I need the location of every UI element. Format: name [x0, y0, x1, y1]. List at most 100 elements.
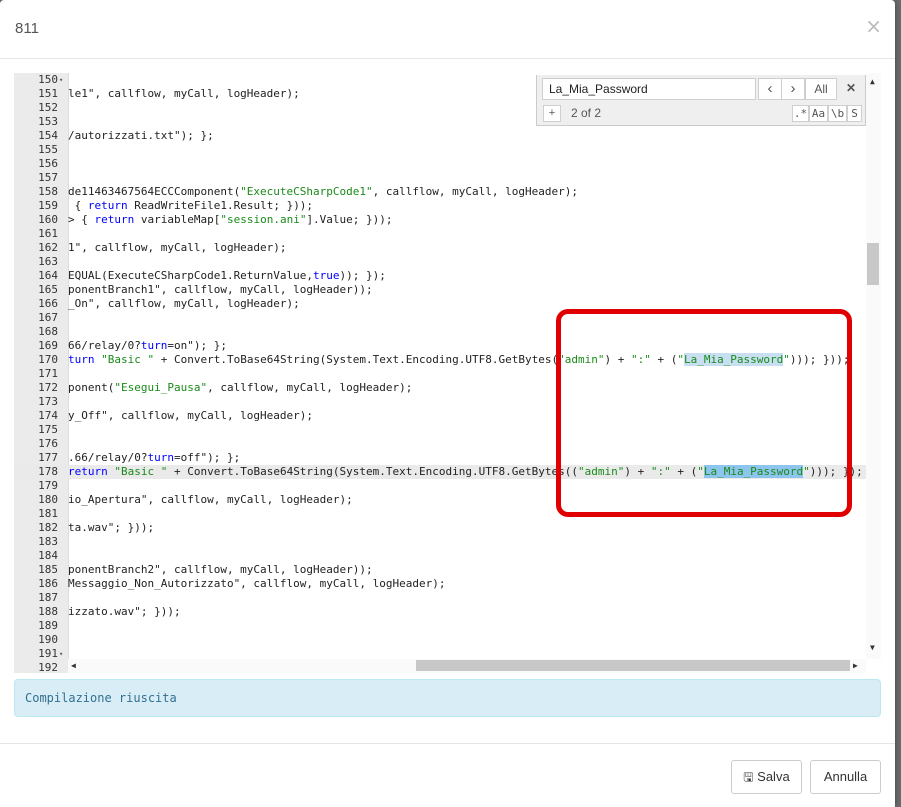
code-line: 165 ponentBranch1", callflow, myCall, log…: [14, 283, 866, 297]
code-line: 187: [14, 591, 866, 605]
modal-title: 811: [15, 20, 39, 37]
line-number: 172: [38, 381, 58, 394]
compile-status-message: Compilazione riuscita: [25, 691, 177, 705]
modal-header: 811 ×: [0, 0, 895, 59]
line-number: 170: [38, 353, 58, 366]
line-number: 168: [38, 325, 58, 338]
line-number: 191: [38, 647, 58, 660]
fold-arrow-icon[interactable]: ▾: [59, 647, 63, 661]
code-text: y_Off", callflow, myCall, logHeader);: [68, 409, 314, 422]
scroll-up-arrow-icon[interactable]: ▲: [870, 77, 875, 86]
compile-status-alert: Compilazione riuscita: [14, 679, 881, 717]
line-number: 177: [38, 451, 58, 464]
code-line: 189: [14, 619, 866, 633]
code-text: Messaggio_Non_Autorizzato", callflow, my…: [68, 577, 446, 590]
line-number: 184: [38, 549, 58, 562]
line-number: 152: [38, 101, 58, 114]
code-line: 160 > { return variableMap["session.ani"]…: [14, 213, 866, 227]
line-number: 186: [38, 577, 58, 590]
line-number: 165: [38, 283, 58, 296]
code-line: 184: [14, 549, 866, 563]
code-text: EQUAL(ExecuteCSharpCode1.ReturnValue,tru…: [68, 269, 386, 282]
code-text: 66/relay/0?turn=on"); };: [68, 339, 227, 352]
horizontal-scrollbar-thumb[interactable]: [416, 660, 850, 671]
line-number: 158: [38, 185, 58, 198]
cancel-button[interactable]: Annulla: [810, 760, 881, 794]
search-in-selection-toggle[interactable]: S: [847, 105, 862, 122]
line-number: 171: [38, 367, 58, 380]
code-line: 159 { return ReadWriteFile1.Result; }));: [14, 199, 866, 213]
find-next-button[interactable]: ›: [781, 78, 805, 100]
save-button[interactable]: 🖫 Salva: [731, 760, 802, 794]
code-text: _On", callflow, myCall, logHeader);: [68, 297, 300, 310]
code-text: 1", callflow, myCall, logHeader);: [68, 241, 287, 254]
line-number: 156: [38, 157, 58, 170]
code-line: 190: [14, 633, 866, 647]
code-line: 161: [14, 227, 866, 241]
search-close-icon[interactable]: ✕: [841, 78, 861, 100]
line-number: 155: [38, 143, 58, 156]
line-number: 176: [38, 437, 58, 450]
code-text: > { return variableMap["session.ani"].Va…: [68, 213, 393, 226]
line-number: 189: [38, 619, 58, 632]
line-number: 188: [38, 605, 58, 618]
line-number: 157: [38, 171, 58, 184]
modal-footer: 🖫 Salva Annulla: [0, 743, 895, 807]
code-line: 158 de11463467564ECCComponent("ExecuteCSh…: [14, 185, 866, 199]
search-counter: 2 of 2: [571, 106, 602, 120]
toggle-replace-button[interactable]: +: [543, 105, 561, 122]
line-number: 163: [38, 255, 58, 268]
code-text: de11463467564ECCComponent("ExecuteCSharp…: [68, 185, 578, 198]
highlight-annotation-box: [556, 309, 852, 517]
line-number: 178: [38, 465, 58, 478]
code-text: ponentBranch1", callflow, myCall, logHea…: [68, 283, 373, 296]
scroll-left-arrow-icon[interactable]: ◀: [71, 661, 76, 670]
whole-word-toggle[interactable]: \b: [828, 105, 847, 122]
code-line: 156: [14, 157, 866, 171]
line-number: 169: [38, 339, 58, 352]
search-panel: ‹ › All ✕ + 2 of 2 .* Aa \b S: [536, 75, 866, 126]
code-text: { return ReadWriteFile1.Result; }));: [68, 199, 314, 212]
find-previous-button[interactable]: ‹: [758, 78, 782, 100]
line-number: 164: [38, 269, 58, 282]
line-number: 175: [38, 423, 58, 436]
line-number: 185: [38, 563, 58, 576]
code-line: 163: [14, 255, 866, 269]
dialog: 811 × 150 ▾ 151 le1", callflow, myCall, log…: [0, 0, 895, 807]
case-sensitive-toggle[interactable]: Aa: [809, 105, 828, 122]
line-number: 159: [38, 199, 58, 212]
line-number: 151: [38, 87, 58, 100]
line-number: 150: [38, 73, 58, 86]
code-line: 183: [14, 535, 866, 549]
vertical-scrollbar[interactable]: [866, 73, 881, 659]
save-icon: 🖫: [743, 770, 754, 784]
line-number: 183: [38, 535, 58, 548]
code-line: 188 izzato.wav"; }));: [14, 605, 866, 619]
scroll-down-arrow-icon[interactable]: ▼: [870, 643, 875, 652]
search-input[interactable]: [542, 78, 756, 100]
close-icon[interactable]: ×: [865, 14, 882, 38]
line-number: 182: [38, 521, 58, 534]
code-line: 162 1", callflow, myCall, logHeader);: [14, 241, 866, 255]
line-number: 174: [38, 409, 58, 422]
scroll-right-arrow-icon[interactable]: ▶: [853, 661, 858, 670]
line-number: 187: [38, 591, 58, 604]
line-number: 161: [38, 227, 58, 240]
line-number: 179: [38, 479, 58, 492]
regex-toggle[interactable]: .*: [792, 105, 809, 122]
code-line: 182 ta.wav"; }));: [14, 521, 866, 535]
code-text: io_Apertura", callflow, myCall, logHeade…: [68, 493, 353, 506]
line-number: 153: [38, 115, 58, 128]
line-number: 181: [38, 507, 58, 520]
code-text: ta.wav"; }));: [68, 521, 155, 534]
line-number: 160: [38, 213, 58, 226]
code-line: 155: [14, 143, 866, 157]
line-number: 154: [38, 129, 58, 142]
find-all-button[interactable]: All: [805, 78, 837, 100]
vertical-scrollbar-thumb[interactable]: [867, 243, 879, 285]
fold-arrow-icon[interactable]: ▾: [59, 73, 63, 87]
line-number: 162: [38, 241, 58, 254]
line-number: 192: [38, 661, 58, 673]
code-text: .66/relay/0?turn=off"); };: [68, 451, 241, 464]
code-line: 186 Messaggio_Non_Autorizzato", callflow,…: [14, 577, 866, 591]
